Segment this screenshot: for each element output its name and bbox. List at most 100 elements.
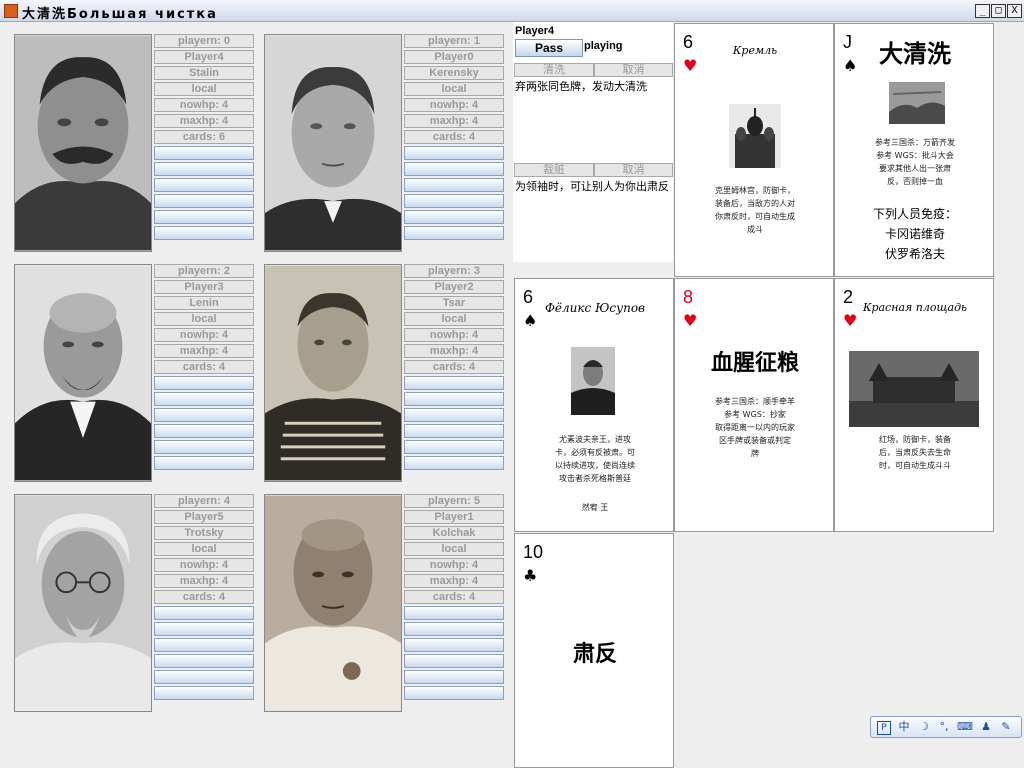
player-label: Player3	[154, 280, 254, 294]
card-description-line: 参考三国杀：顺手牵羊	[715, 397, 795, 406]
equipment-slot[interactable]	[154, 178, 254, 192]
equipment-slot[interactable]	[404, 226, 504, 240]
player-type: local	[404, 542, 504, 556]
card-description-line: 你肃反时，可自动生成	[715, 212, 795, 221]
equipment-slot[interactable]	[154, 392, 254, 406]
frame-skill-button[interactable]: 裁赃	[514, 163, 594, 177]
heart-suit-icon: ♥	[683, 311, 698, 330]
equipment-slot[interactable]	[154, 226, 254, 240]
purge-cancel-button[interactable]: 取消	[594, 63, 673, 77]
card-count: cards: 4	[404, 360, 504, 374]
equipment-slot[interactable]	[404, 162, 504, 176]
card-description-line: 成斗	[747, 225, 763, 234]
card-description-line: 以持续进攻，使尚连续	[555, 461, 635, 470]
punct-icon[interactable]: °,	[937, 719, 951, 735]
equipment-slot[interactable]	[404, 622, 504, 636]
purge-skill-description: 弃两张同色牌，发动大清洗	[515, 80, 647, 93]
player-label: Player5	[154, 510, 254, 524]
purge-skill-button[interactable]: 清洗	[514, 63, 594, 77]
minimize-button[interactable]: _	[975, 4, 990, 18]
portrait-lenin[interactable]	[14, 264, 152, 482]
hand-card-great-purge[interactable]: J ♠ 大清洗 参考三国杀：万箭齐发 参考 WGS：批斗大会 要求其他人出一张肃…	[834, 23, 994, 277]
card-description-line: 装备后，当敌方的人对	[715, 199, 795, 208]
equipment-slot[interactable]	[154, 210, 254, 224]
equipment-slot[interactable]	[404, 440, 504, 454]
equipment-slot[interactable]	[154, 638, 254, 652]
player-info-0: playern: 0 Player4 Stalin local nowhp: 4…	[154, 34, 254, 242]
player-type: local	[404, 312, 504, 326]
equipment-slot[interactable]	[404, 424, 504, 438]
frame-cancel-button[interactable]: 取消	[594, 163, 673, 177]
equipment-slot[interactable]	[154, 606, 254, 620]
equipment-slot[interactable]	[404, 392, 504, 406]
card-description-line: 区手牌或装备或判定	[719, 436, 791, 445]
portrait-kolchak[interactable]	[264, 494, 402, 712]
equipment-slot[interactable]	[404, 606, 504, 620]
yusupov-photo	[571, 347, 615, 415]
hand-card-counter-purge[interactable]: 10 ♣ 肃反	[514, 533, 674, 768]
equipment-slot[interactable]	[154, 376, 254, 390]
equipment-slot[interactable]	[404, 638, 504, 652]
equipment-slot[interactable]	[154, 408, 254, 422]
card-count: cards: 4	[404, 590, 504, 604]
ime-toolbar[interactable]: P 中 ☽ °, ⌨ ♟ ✎	[870, 716, 1022, 738]
card-description-line: 卡，必须有反被肃。可	[555, 448, 635, 457]
zh-icon[interactable]: 中	[897, 719, 911, 735]
player-info-2: playern: 2 Player3 Lenin local nowhp: 4 …	[154, 264, 254, 472]
portrait-tsar[interactable]	[264, 264, 402, 482]
card-description-line: 时，可自动生成斗斗	[879, 461, 951, 470]
card-description: 参考三国杀：万箭齐发 参考 WGS：批斗大会 要求其他人出一张肃 反，否则掉一血	[847, 136, 983, 188]
card-immunity-line: 下列人员免疫：	[872, 207, 957, 221]
pass-button[interactable]: Pass	[515, 39, 583, 57]
card-title: Фёликс Юсупов	[544, 301, 646, 315]
equipment-slot[interactable]	[154, 622, 254, 636]
heart-suit-icon: ♥	[683, 56, 698, 75]
wrench-icon[interactable]: ✎	[999, 719, 1013, 735]
portrait-trotsky[interactable]	[14, 494, 152, 712]
hand-card-grain-requisition[interactable]: 8 ♥ 血腥征粮 参考三国杀：顺手牵羊 参考 WGS：抄家 取得距离一以内的玩家…	[674, 278, 834, 532]
equipment-slot[interactable]	[404, 194, 504, 208]
card-description-line: 攻击者杀死格斯普廷	[559, 474, 631, 483]
player-index: playern: 5	[404, 494, 504, 508]
equipment-slot[interactable]	[404, 654, 504, 668]
equipment-slot[interactable]	[154, 456, 254, 470]
close-button[interactable]: X	[1007, 4, 1022, 18]
keyboard-icon[interactable]: ⌨	[957, 719, 973, 735]
user-icon[interactable]: ♟	[979, 719, 993, 735]
equipment-slot[interactable]	[154, 670, 254, 684]
player-info-3: playern: 3 Player2 Tsar local nowhp: 4 m…	[404, 264, 504, 472]
equipment-slot[interactable]	[404, 146, 504, 160]
equipment-slot[interactable]	[154, 424, 254, 438]
equipment-slot[interactable]	[404, 456, 504, 470]
equipment-slot[interactable]	[154, 440, 254, 454]
ime-icon[interactable]: P	[877, 721, 891, 735]
equipment-slot[interactable]	[154, 194, 254, 208]
equipment-slot[interactable]	[154, 162, 254, 176]
moon-icon[interactable]: ☽	[917, 719, 931, 735]
hand-card-yusupov[interactable]: 6 ♠ Фёликс Юсупов 尤素波夫亲王，进攻 卡，必须有反被肃。可 以…	[514, 278, 674, 532]
equipment-slot[interactable]	[154, 686, 254, 700]
hand-card-red-square[interactable]: 2 ♥ Красная площадь 红场，防御卡，装备 后，当肃反失去生命 …	[834, 278, 994, 532]
equipment-slot[interactable]	[404, 376, 504, 390]
card-count: cards: 6	[154, 130, 254, 144]
club-suit-icon: ♣	[523, 566, 538, 585]
hand-card-kremlin[interactable]: 6 ♥ Кремль 克里姆林宫，防御卡， 装备后，当敌方的人对 你肃反时，可自…	[674, 23, 834, 277]
equipment-slot[interactable]	[154, 654, 254, 668]
maximize-button[interactable]: □	[991, 4, 1006, 18]
equipment-slot[interactable]	[404, 670, 504, 684]
portrait-kerensky[interactable]	[264, 34, 402, 252]
trotsky-portrait-image	[15, 495, 151, 711]
max-hp: maxhp: 4	[154, 574, 254, 588]
equipment-slot[interactable]	[404, 408, 504, 422]
kremlin-photo	[729, 104, 781, 168]
player-type: local	[154, 312, 254, 326]
equipment-slot[interactable]	[154, 146, 254, 160]
equipment-slot[interactable]	[404, 178, 504, 192]
stalin-portrait-image	[15, 35, 151, 251]
equipment-slot[interactable]	[404, 686, 504, 700]
portrait-stalin[interactable]	[14, 34, 152, 252]
max-hp: maxhp: 4	[404, 114, 504, 128]
card-rank: 10	[523, 542, 544, 562]
equipment-slot[interactable]	[404, 210, 504, 224]
card-description-line: 红场，防御卡，装备	[879, 435, 951, 444]
